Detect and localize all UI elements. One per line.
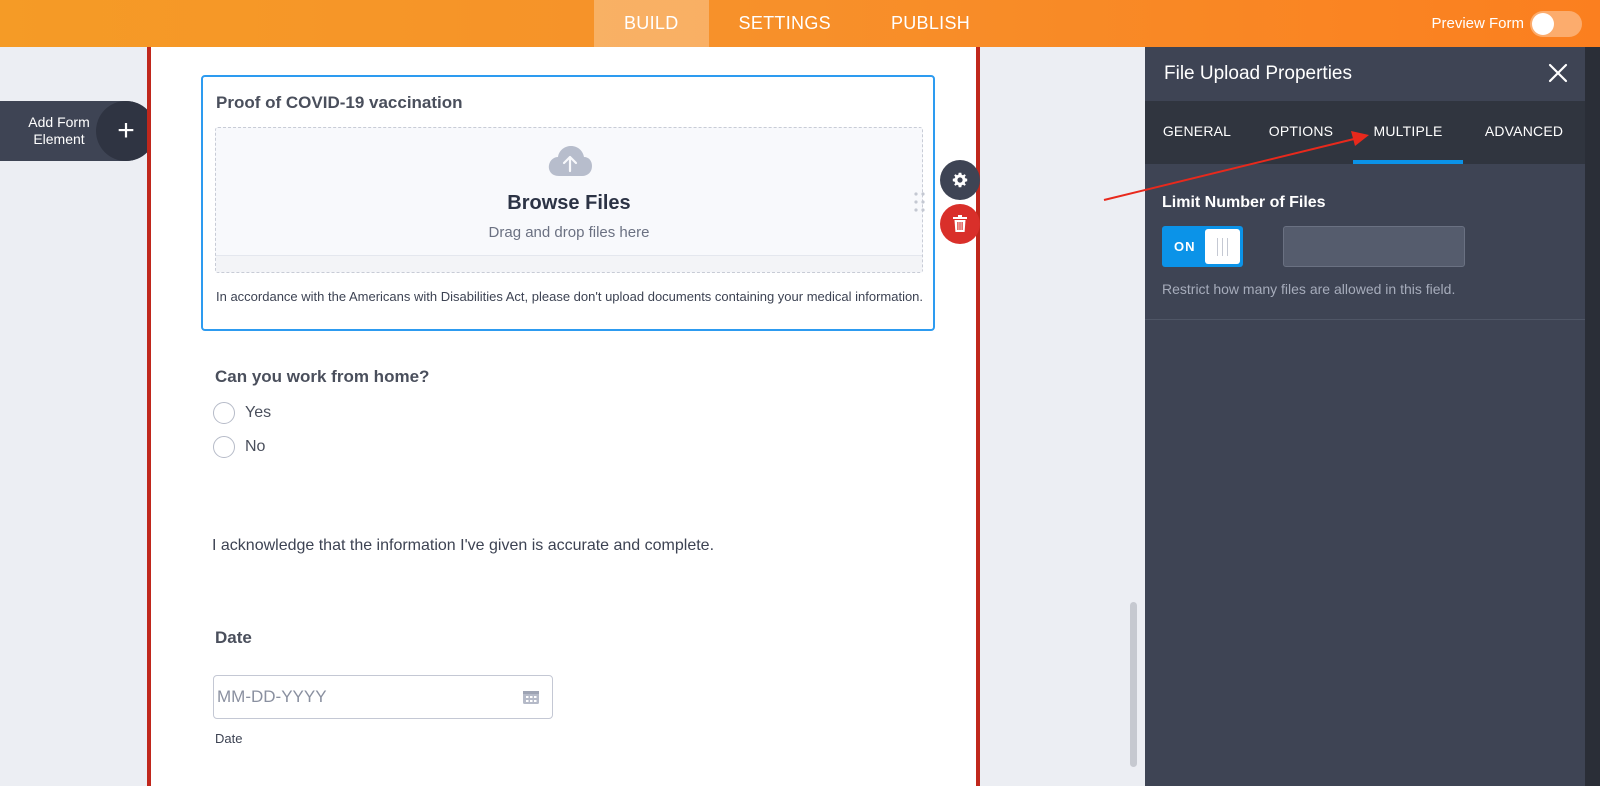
radio-button[interactable] [213, 402, 235, 424]
drag-drop-hint: Drag and drop files here [488, 224, 650, 241]
tab-options[interactable]: OPTIONS [1249, 101, 1353, 164]
radio-option-yes[interactable]: Yes [213, 402, 271, 424]
file-dropzone[interactable]: Browse Files Drag and drop files here [215, 127, 923, 273]
file-upload-field[interactable]: Proof of COVID-19 vaccination Browse Fil… [201, 75, 935, 331]
limit-files-toggle[interactable]: ON [1162, 226, 1243, 267]
section-divider [1145, 319, 1585, 320]
date-input[interactable] [213, 675, 553, 719]
panel-title: File Upload Properties [1164, 63, 1352, 84]
gear-icon [952, 172, 968, 188]
date-label: Date [215, 628, 252, 647]
delete-field-button[interactable] [940, 204, 980, 244]
main-tabs: BUILD SETTINGS PUBLISH [594, 0, 1000, 47]
toggle-state-label: ON [1174, 239, 1196, 254]
preview-form-label: Preview Form [1431, 15, 1524, 32]
toggle-knob [1532, 12, 1554, 35]
tab-advanced[interactable]: ADVANCED [1463, 101, 1585, 164]
trash-icon [953, 215, 967, 232]
field-settings-button[interactable] [940, 160, 980, 200]
radio-label: No [245, 438, 266, 455]
field-question-label: Proof of COVID-19 vaccination [216, 93, 463, 112]
properties-tabs: GENERAL OPTIONS MULTIPLE ADVANCED [1145, 101, 1585, 164]
date-sublabel: Date [215, 731, 243, 746]
radio-button[interactable] [213, 436, 235, 458]
preview-form-toggle[interactable] [1530, 10, 1582, 37]
calendar-icon[interactable] [522, 689, 540, 705]
tab-settings[interactable]: SETTINGS [709, 0, 861, 47]
tab-multiple[interactable]: MULTIPLE [1353, 101, 1463, 164]
work-from-home-question: Can you work from home? [215, 367, 430, 386]
drag-handle-icon[interactable] [913, 191, 927, 215]
limit-files-input[interactable] [1283, 226, 1465, 267]
tab-publish[interactable]: PUBLISH [861, 0, 1000, 47]
tab-general[interactable]: GENERAL [1145, 101, 1249, 164]
limit-files-hint: Restrict how many files are allowed in t… [1162, 281, 1456, 297]
top-bar: BUILD SETTINGS PUBLISH Preview Form [0, 0, 1600, 47]
toggle-thumb [1205, 229, 1240, 264]
cloud-upload-icon [548, 146, 592, 176]
limit-files-title: Limit Number of Files [1162, 194, 1326, 211]
panel-header: File Upload Properties [1145, 47, 1600, 101]
browse-files-label: Browse Files [507, 192, 631, 214]
form-canvas: Proof of COVID-19 vaccination Browse Fil… [147, 47, 980, 786]
radio-label: Yes [245, 404, 272, 421]
add-form-element-button[interactable]: Add Form Element + [0, 101, 156, 161]
close-icon[interactable] [1546, 61, 1570, 85]
panel-edge [1585, 47, 1600, 786]
add-form-element-label: Add Form Element [28, 114, 90, 147]
tab-build[interactable]: BUILD [594, 0, 709, 47]
properties-panel: File Upload Properties GENERAL OPTIONS M… [1145, 47, 1600, 786]
dropzone-footer [216, 255, 922, 272]
canvas-scrollbar[interactable] [1130, 602, 1137, 767]
preview-form: Preview Form [1431, 0, 1582, 47]
field-sublabel: In accordance with the Americans with Di… [216, 289, 924, 304]
radio-option-no[interactable]: No [213, 436, 265, 458]
acknowledgement-text: I acknowledge that the information I've … [212, 537, 715, 554]
